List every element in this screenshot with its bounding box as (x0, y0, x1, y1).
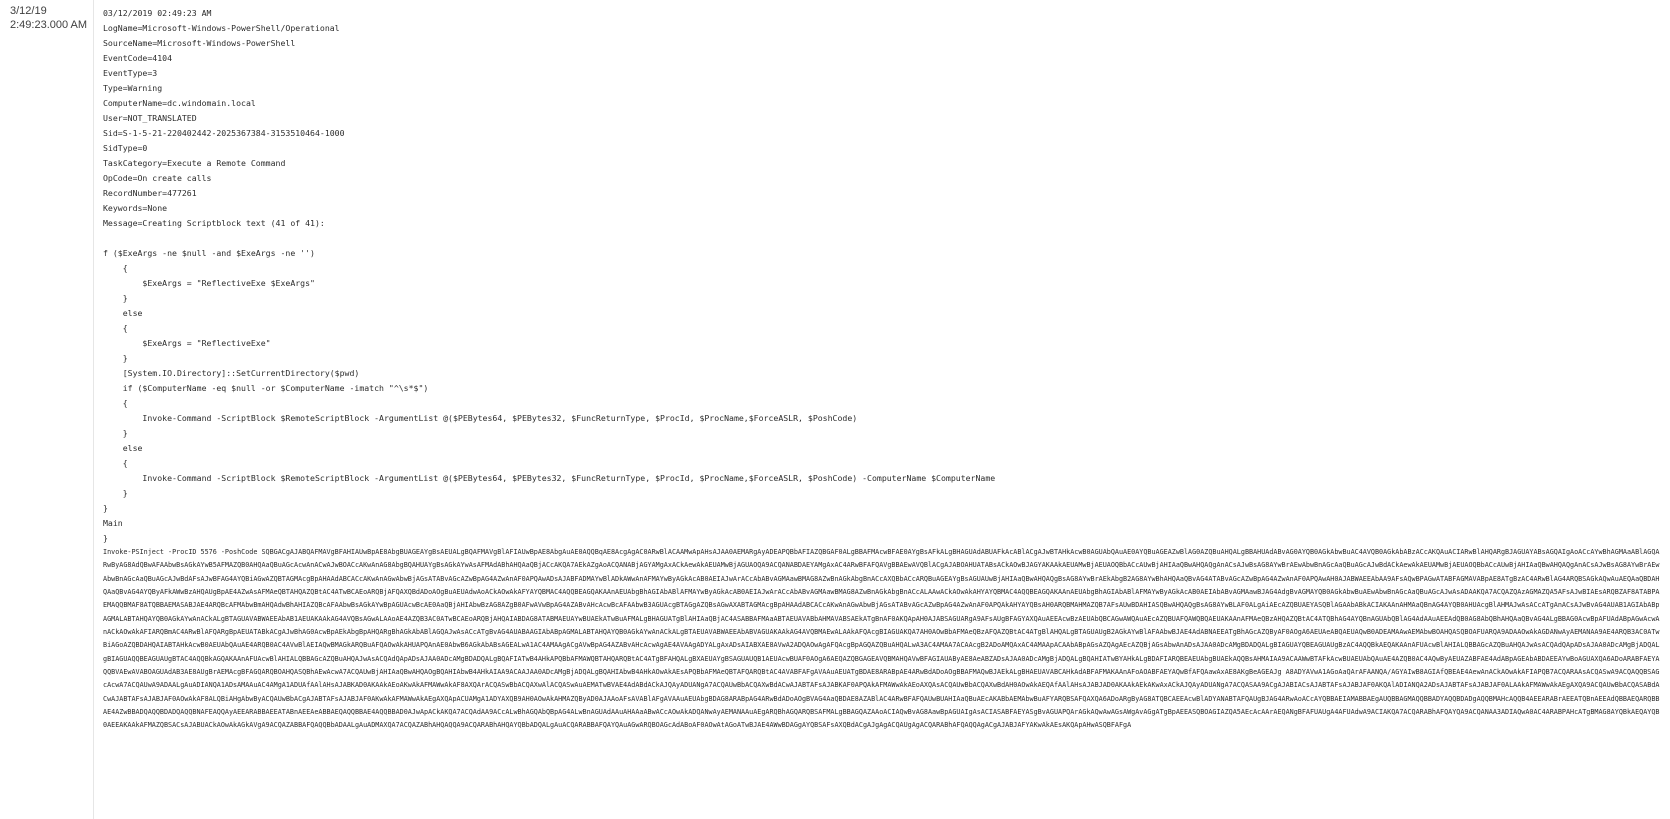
event-time: 2:49:23.000 AM (10, 19, 88, 31)
script-line: [System.IO.Directory]::SetCurrentDirecto… (103, 368, 360, 378)
script-line: if ($ComputerName -eq $null -or $Compute… (103, 383, 429, 393)
script-line: } (103, 503, 108, 513)
script-line: $ExeArgs = "ReflectiveExe $ExeArgs" (103, 278, 315, 288)
event-field-line: Message=Creating Scriptblock text (41 of… (103, 218, 325, 228)
script-line: { (103, 323, 128, 333)
script-line: Invoke-Command -ScriptBlock $RemoteScrip… (103, 413, 858, 423)
event-time-column[interactable]: 3/12/19 2:49:23.000 AM (10, 4, 92, 32)
event-field-line: Sid=S-1-5-21-220402442-2025367384-315351… (103, 128, 345, 138)
script-line: } (103, 488, 128, 498)
script-block-text: f ($ExeArgs -ne $null -and $ExeArgs -ne … (103, 248, 995, 543)
script-line: } (103, 353, 128, 363)
event-raw-text: 03/12/2019 02:49:23 AM LogName=Microsoft… (103, 6, 1660, 733)
event-field-line: EventCode=4104 (103, 53, 173, 63)
event-field-line: SidType=0 (103, 143, 148, 153)
script-line: f ($ExeArgs -ne $null -and $ExeArgs -ne … (103, 248, 315, 258)
script-line: } (103, 293, 128, 303)
event-field-line: SourceName=Microsoft-Windows-PowerShell (103, 38, 296, 48)
script-line: Main (103, 518, 123, 528)
event-field-line: User=NOT_TRANSLATED (103, 113, 197, 123)
event-date: 3/12/19 (10, 5, 47, 17)
script-line: { (103, 458, 128, 468)
script-line: } (103, 533, 108, 543)
script-line: else (103, 308, 143, 318)
event-field-line: EventType=3 (103, 68, 158, 78)
event-field-line: ComputerName=dc.windomain.local (103, 98, 256, 108)
script-line: { (103, 263, 128, 273)
script-line: } (103, 428, 128, 438)
event-field-line: Keywords=None (103, 203, 168, 213)
script-line: { (103, 398, 128, 408)
script-line: Invoke-Command -ScriptBlock $RemoteScrip… (103, 473, 996, 483)
script-line: else (103, 443, 143, 453)
event-field-line: Type=Warning (103, 83, 163, 93)
search-result-event-row: 3/12/19 2:49:23.000 AM 03/12/2019 02:49:… (0, 0, 1670, 819)
event-field-line: OpCode=On create calls (103, 173, 212, 183)
column-divider (93, 0, 94, 819)
invoke-psinject-line: Invoke-PSInject -ProcID 5576 -PoshCode S… (103, 548, 1660, 730)
event-field-line: 03/12/2019 02:49:23 AM (103, 8, 212, 18)
event-field-line: TaskCategory=Execute a Remote Command (103, 158, 286, 168)
script-line: $ExeArgs = "ReflectiveExe" (103, 338, 271, 348)
event-field-line: LogName=Microsoft-Windows-PowerShell/Ope… (103, 23, 340, 33)
event-fields: 03/12/2019 02:49:23 AM LogName=Microsoft… (103, 8, 345, 228)
event-field-line: RecordNumber=477261 (103, 188, 197, 198)
